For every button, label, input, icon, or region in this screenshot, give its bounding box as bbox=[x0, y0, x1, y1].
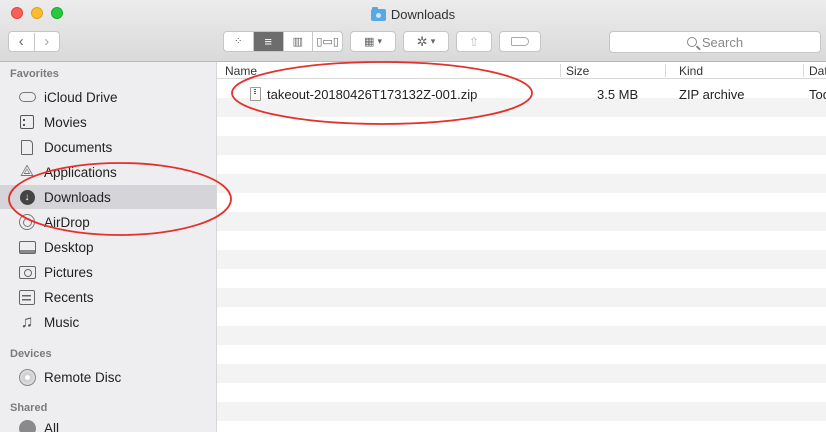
chevron-down-icon: ▾ bbox=[430, 36, 436, 46]
sidebar-item-documents[interactable]: Documents bbox=[0, 135, 216, 159]
folder-icon bbox=[370, 6, 386, 21]
music-note-icon: ♫ bbox=[20, 312, 34, 331]
share-icon: ⇧ bbox=[468, 34, 480, 49]
column-divider[interactable] bbox=[560, 64, 561, 77]
column-divider[interactable] bbox=[665, 64, 666, 77]
window-title: Downloads bbox=[0, 6, 826, 22]
airdrop-icon-wrap bbox=[18, 214, 36, 230]
cover-flow-view-button[interactable]: ▯▭▯ bbox=[312, 32, 342, 51]
sidebar-section-devices: Devices bbox=[10, 348, 52, 360]
sidebar-item-label: Applications bbox=[44, 164, 117, 180]
search-placeholder: Search bbox=[701, 34, 744, 50]
grid-icon: ⁘ bbox=[234, 36, 243, 47]
list-icon: ≡ bbox=[264, 34, 272, 49]
sidebar-section-shared: Shared bbox=[10, 402, 48, 414]
sidebar-item-label: Movies bbox=[44, 114, 87, 130]
sidebar-item-label: Downloads bbox=[44, 189, 111, 205]
sidebar-item-label: Remote Disc bbox=[44, 369, 122, 385]
arrange-button[interactable]: ▦ ▾ bbox=[350, 31, 396, 52]
camera-icon bbox=[18, 265, 36, 279]
columns-icon: ▥ bbox=[292, 36, 304, 48]
camera-icon-wrap bbox=[18, 264, 36, 280]
sidebar-item-applications[interactable]: ⟁ Applications bbox=[0, 160, 216, 184]
column-divider[interactable] bbox=[803, 64, 804, 77]
network-icon bbox=[18, 419, 36, 432]
sidebar-item-icloud-drive[interactable]: iCloud Drive bbox=[0, 85, 216, 109]
toolbar: Downloads ‹ › ⁘ ≡ ▥ ▯▭▯ ▦ ▾ ✲ ▾ ⇧ Search bbox=[0, 0, 826, 62]
airdrop-icon bbox=[19, 214, 35, 230]
sidebar-item-recents[interactable]: Recents bbox=[0, 285, 216, 309]
disc-icon-wrap bbox=[18, 368, 36, 386]
sidebar-item-label: iCloud Drive bbox=[44, 89, 118, 105]
recents-icon bbox=[19, 289, 35, 305]
file-name: takeout-20180426T173132Z-001.zip bbox=[267, 87, 478, 102]
sidebar-item-label: Music bbox=[44, 314, 80, 330]
arrange-grid-icon: ▦ bbox=[364, 36, 375, 48]
column-view-button[interactable]: ▥ bbox=[282, 32, 313, 51]
sidebar-item-pictures[interactable]: Pictures bbox=[0, 260, 216, 284]
applications-icon: ⟁ bbox=[19, 163, 35, 180]
share-button[interactable]: ⇧ bbox=[456, 31, 492, 52]
sidebar-item-desktop[interactable]: Desktop bbox=[0, 235, 216, 259]
sidebar-item-label: Desktop bbox=[44, 239, 94, 255]
file-date: Toda bbox=[809, 87, 826, 102]
download-icon-wrap: ↓ bbox=[18, 189, 36, 205]
film-icon-wrap bbox=[18, 114, 36, 130]
desktop-icon-wrap bbox=[18, 239, 36, 255]
window-title-text: Downloads bbox=[390, 7, 456, 22]
column-kind[interactable]: Kind bbox=[679, 64, 703, 78]
download-icon: ↓ bbox=[19, 189, 35, 205]
column-date[interactable]: Date bbox=[809, 64, 826, 78]
sidebar-item-remote-disc[interactable]: Remote Disc bbox=[0, 365, 216, 389]
sidebar-item-downloads[interactable]: ↓ Downloads bbox=[0, 185, 216, 209]
cloud-icon bbox=[18, 92, 36, 102]
desktop-icon bbox=[18, 240, 36, 254]
chevron-down-icon: ▾ bbox=[377, 36, 382, 46]
sidebar: Favorites iCloud Drive Movies Documents … bbox=[0, 62, 217, 432]
sidebar-item-label: AirDrop bbox=[44, 214, 90, 230]
tag-icon bbox=[511, 37, 529, 46]
zip-file-icon bbox=[250, 87, 261, 101]
back-button[interactable]: ‹ bbox=[9, 33, 34, 51]
table-row[interactable]: takeout-20180426T173132Z-001.zip 3.5 MB … bbox=[217, 84, 826, 106]
sidebar-item-label: Recents bbox=[44, 289, 94, 305]
action-button[interactable]: ✲ ▾ bbox=[403, 31, 449, 52]
column-header: Name Size Kind Date bbox=[217, 62, 826, 79]
icon-view-button[interactable]: ⁘ bbox=[224, 32, 253, 51]
back-forward-group: ‹ › bbox=[8, 31, 60, 52]
sidebar-item-movies[interactable]: Movies bbox=[0, 110, 216, 134]
document-icon bbox=[21, 139, 33, 155]
document-icon-wrap bbox=[18, 139, 36, 155]
disc-icon bbox=[18, 368, 36, 386]
sidebar-item-label: Pictures bbox=[44, 264, 93, 280]
sidebar-section-favorites: Favorites bbox=[10, 68, 59, 80]
list-view-button[interactable]: ≡ bbox=[252, 32, 283, 51]
file-list: Name Size Kind Date takeout-20180426T173… bbox=[217, 62, 826, 432]
sidebar-item-music[interactable]: ♫ Music bbox=[0, 310, 216, 334]
network-icon-wrap bbox=[18, 419, 36, 432]
list-background bbox=[217, 79, 826, 432]
sidebar-item-airdrop[interactable]: AirDrop bbox=[0, 210, 216, 234]
gear-icon: ✲ bbox=[416, 33, 428, 49]
cloud-icon-wrap bbox=[18, 89, 36, 105]
sidebar-item-label: All bbox=[44, 420, 60, 432]
view-mode-group: ⁘ ≡ ▥ ▯▭▯ bbox=[223, 31, 343, 52]
sidebar-item-all[interactable]: All bbox=[0, 416, 216, 432]
file-size: 3.5 MB bbox=[597, 87, 639, 102]
finder-window: Downloads ‹ › ⁘ ≡ ▥ ▯▭▯ ▦ ▾ ✲ ▾ ⇧ Search bbox=[0, 0, 826, 432]
file-kind: ZIP archive bbox=[679, 87, 745, 102]
recents-icon-wrap bbox=[18, 289, 36, 305]
search-input[interactable]: Search bbox=[609, 31, 821, 53]
tag-button[interactable] bbox=[499, 31, 541, 52]
column-name[interactable]: Name bbox=[225, 64, 257, 78]
forward-button[interactable]: › bbox=[33, 32, 60, 51]
sidebar-item-label: Documents bbox=[44, 139, 113, 155]
search-icon bbox=[686, 37, 697, 47]
cover-flow-icon: ▯▭▯ bbox=[316, 36, 339, 48]
film-icon bbox=[20, 115, 34, 129]
column-size[interactable]: Size bbox=[566, 64, 589, 78]
